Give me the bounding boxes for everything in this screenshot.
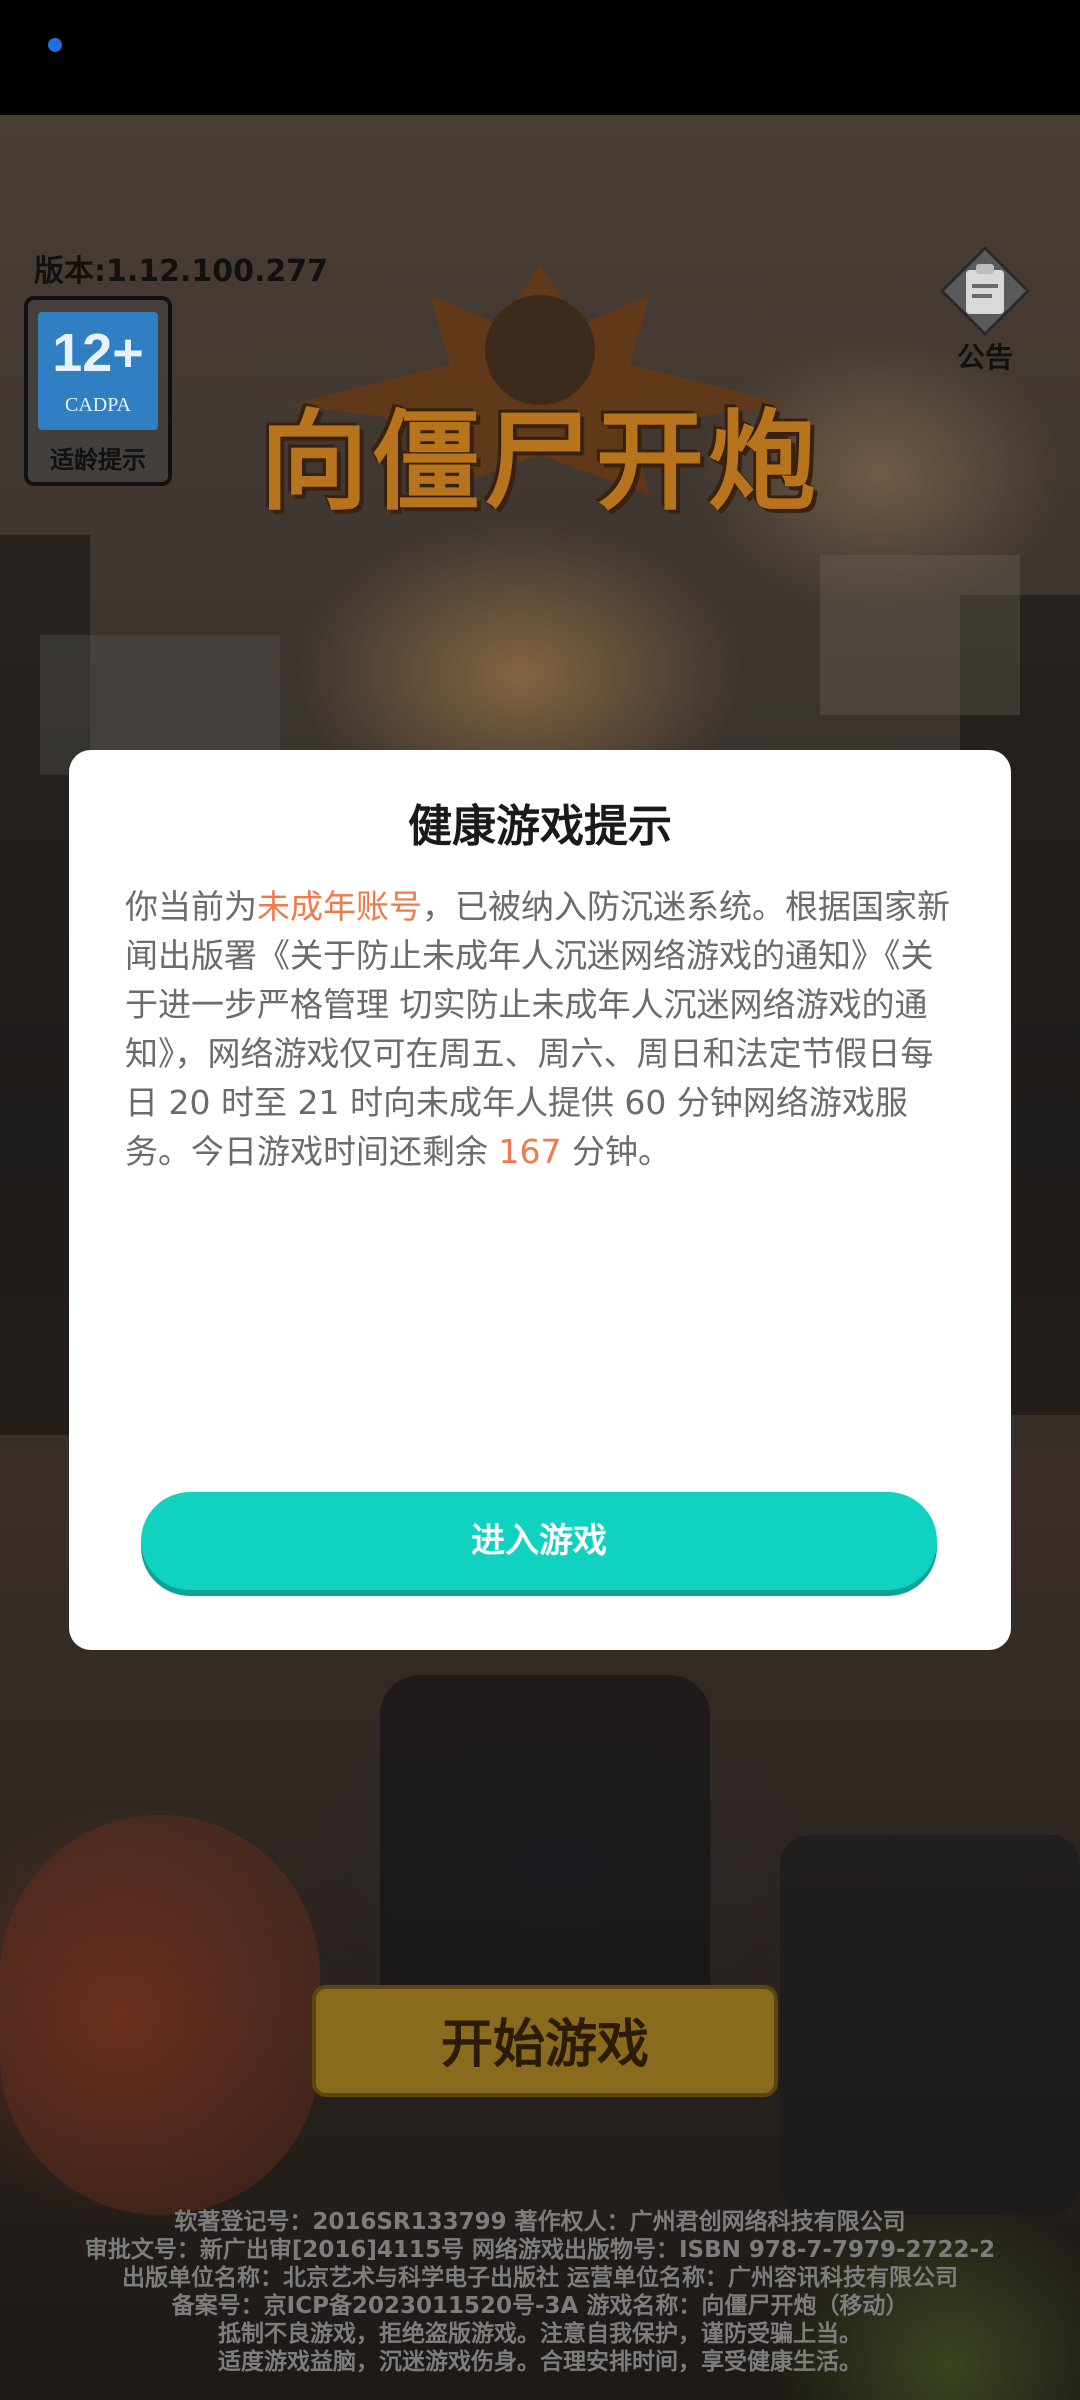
background-building (820, 555, 1020, 715)
footer-line: 审批文号：新广出审[2016]4115号 网络游戏出版物号：ISBN 978-7… (84, 2237, 996, 2263)
gatling-gun (780, 1835, 1080, 2215)
footer-line: 出版单位名称：北京艺术与科学电子出版社 运营单位名称：广州容讯科技有限公司 (121, 2265, 958, 2291)
footer-line: 备案号：京ICP备2023011520号-3A 游戏名称：向僵尸开炮（移动） (171, 2293, 909, 2319)
status-bar (0, 0, 1080, 115)
age-rating-label: 适龄提示 (50, 446, 146, 474)
game-logo: 向僵尸开炮 (230, 255, 850, 555)
footer-line: 适度游戏益脑，沉迷游戏伤身。合理安排时间，享受健康生活。 (218, 2349, 862, 2375)
minor-account-highlight: 未成年账号 (257, 887, 422, 926)
notice-button[interactable]: 公告 (930, 244, 1040, 374)
remaining-minutes: 167 (498, 1132, 562, 1171)
dialog-body-text: 分钟。 (561, 1132, 671, 1171)
age-rating-number: 12+ (52, 323, 144, 383)
start-game-button[interactable]: 开始游戏 (312, 1985, 778, 2097)
notice-label: 公告 (956, 341, 1013, 374)
dialog-body-text: ，已被纳入防沉迷系统。根据国家新闻出版署《关于防止未成年人沉迷网络游戏的通知》《… (125, 887, 950, 1171)
game-screen: 版本:1.12.100.277 12+ CADPA 适龄提示 公告 向僵尸开炮 … (0, 0, 1080, 2400)
red-hair-character (0, 1815, 320, 2215)
dialog-body: 你当前为未成年账号，已被纳入防沉迷系统。根据国家新闻出版署《关于防止未成年人沉迷… (125, 882, 955, 1176)
dialog-body-text: 你当前为 (125, 887, 257, 926)
logo-title: 向僵尸开炮 (259, 400, 820, 525)
age-rating-org: CADPA (65, 394, 131, 416)
health-notice-dialog: 健康游戏提示 你当前为未成年账号，已被纳入防沉迷系统。根据国家新闻出版署《关于防… (69, 750, 1011, 1650)
enter-game-button[interactable]: 进入游戏 (141, 1492, 937, 1590)
notification-dot-icon (48, 38, 62, 52)
footer-line: 软著登记号：2016SR133799 著作权人：广州君创网络科技有限公司 (174, 2209, 906, 2235)
age-rating-badge[interactable]: 12+ CADPA 适龄提示 (24, 296, 172, 486)
legal-footer: 软著登记号：2016SR133799 著作权人：广州君创网络科技有限公司 审批文… (0, 2208, 1080, 2376)
clipboard-icon (939, 245, 1031, 337)
footer-line: 抵制不良游戏，拒绝盗版游戏。注意自我保护，谨防受骗上当。 (218, 2321, 862, 2347)
dialog-title: 健康游戏提示 (408, 801, 672, 852)
age-rating-icon: 12+ CADPA (38, 312, 158, 430)
